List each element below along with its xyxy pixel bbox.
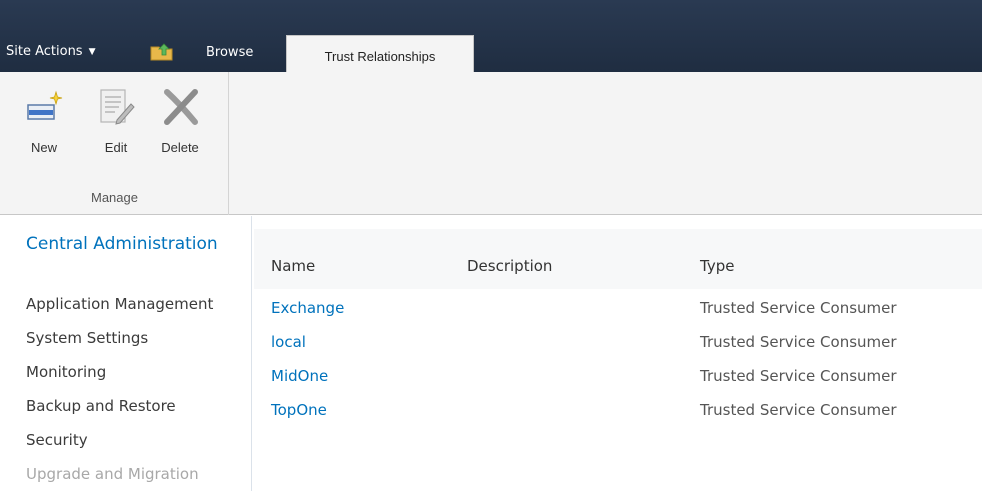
table-row[interactable]: Exchange Trusted Service Consumer <box>254 299 982 333</box>
column-header-description[interactable]: Description <box>467 257 552 275</box>
row-type: Trusted Service Consumer <box>700 401 897 419</box>
row-name-link[interactable]: local <box>271 333 306 351</box>
ribbon-group-manage: New Edit Delete Manage <box>0 72 229 215</box>
column-header-type[interactable]: Type <box>700 257 734 275</box>
row-type: Trusted Service Consumer <box>700 333 897 351</box>
nav-item-upgrade-and-migration[interactable]: Upgrade and Migration <box>26 464 213 491</box>
new-button[interactable]: New <box>16 80 72 170</box>
nav-item-monitoring[interactable]: Monitoring <box>26 362 213 396</box>
edit-item-icon <box>100 89 135 125</box>
delete-button[interactable]: Delete <box>152 80 208 170</box>
nav-item-security[interactable]: Security <box>26 430 213 464</box>
table-row[interactable]: MidOne Trusted Service Consumer <box>254 367 982 401</box>
new-button-label: New <box>30 140 57 155</box>
edit-button-label: Edit <box>104 140 128 155</box>
nav-list: Application Management System Settings M… <box>26 294 213 491</box>
edit-button[interactable]: Edit <box>88 80 144 170</box>
row-name-link[interactable]: TopOne <box>271 401 327 419</box>
delete-item-icon <box>164 89 198 125</box>
row-name-link[interactable]: Exchange <box>271 299 344 317</box>
chevron-down-icon: ▼ <box>88 46 96 57</box>
row-name-link[interactable]: MidOne <box>271 367 328 385</box>
site-actions-menu[interactable]: Site Actions ▼ <box>6 44 96 59</box>
nav-item-system-settings[interactable]: System Settings <box>26 328 213 362</box>
navigate-up-icon[interactable] <box>150 41 174 61</box>
delete-button-label: Delete <box>161 140 199 155</box>
nav-item-application-management[interactable]: Application Management <box>26 294 213 328</box>
nav-title-central-administration[interactable]: Central Administration <box>26 234 246 254</box>
row-type: Trusted Service Consumer <box>700 299 897 317</box>
list-header-row: Name Description Type <box>254 229 982 289</box>
table-row[interactable]: local Trusted Service Consumer <box>254 333 982 367</box>
tab-trust-relationships[interactable]: Trust Relationships <box>286 35 474 72</box>
row-type: Trusted Service Consumer <box>700 367 897 385</box>
site-actions-label: Site Actions <box>6 44 83 59</box>
column-header-name[interactable]: Name <box>271 257 315 275</box>
ribbon-group-label: Manage <box>91 190 138 205</box>
ribbon-panel: New Edit Delete Manage <box>0 72 982 215</box>
top-ribbon-bar: Site Actions ▼ Browse Trust Relationship… <box>0 0 982 72</box>
tab-browse[interactable]: Browse <box>206 45 253 60</box>
table-row[interactable]: TopOne Trusted Service Consumer <box>254 401 982 435</box>
new-item-icon <box>27 90 63 120</box>
quick-launch-nav: Central Administration Application Manag… <box>0 216 252 491</box>
nav-item-backup-and-restore[interactable]: Backup and Restore <box>26 396 213 430</box>
